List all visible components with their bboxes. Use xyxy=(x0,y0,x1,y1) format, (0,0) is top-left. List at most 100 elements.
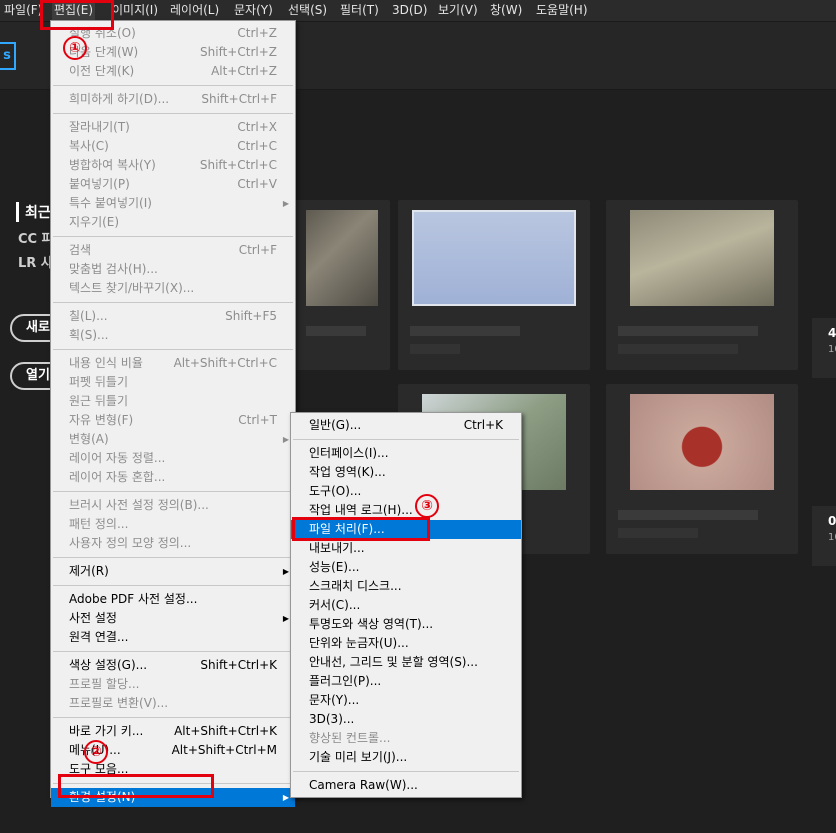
edit-menu-item-20[interactable]: 변형(A) ▶ xyxy=(51,430,295,449)
edit-menu-item-30[interactable]: 색상 설정(G)... Shift+Ctrl+K xyxy=(51,656,295,675)
menu-window[interactable]: 창(W) xyxy=(488,0,524,22)
menu-file[interactable]: 파일(F) xyxy=(2,0,44,22)
menu-filter[interactable]: 필터(T) xyxy=(338,0,381,22)
menu-help[interactable]: 도움말(H) xyxy=(534,0,590,22)
edit-menu-item-31[interactable]: 프로필 할당... xyxy=(51,675,295,694)
annotation-box-preferences xyxy=(58,774,214,798)
menu-select[interactable]: 선택(S) xyxy=(286,0,329,22)
edit-menu-item-13[interactable]: 텍스트 찾기/바꾸기(X)... xyxy=(51,279,295,298)
menu-item-label: 내보내기... xyxy=(309,541,365,555)
prefs-menu-item-11[interactable]: 투명도와 색상 영역(T)... xyxy=(291,615,521,634)
menu-separator xyxy=(53,557,293,558)
menu-type[interactable]: 문자(Y) xyxy=(232,0,275,22)
prefs-menu-item-7[interactable]: 내보내기... xyxy=(291,539,521,558)
menu-item-shortcut: Shift+Ctrl+K xyxy=(200,658,277,672)
recent-file-thumbnail[interactable] xyxy=(606,384,798,554)
edit-menu-item-28[interactable]: 사전 설정 ▶ xyxy=(51,609,295,628)
prefs-menu-item-16[interactable]: 3D(3)... xyxy=(291,710,521,729)
menu-item-label: 작업 영역(K)... xyxy=(309,465,386,479)
prefs-menu-item-17[interactable]: 향상된 컨트롤... xyxy=(291,729,521,748)
edit-menu-item-11[interactable]: 검색 Ctrl+F xyxy=(51,241,295,260)
edit-menu-item-17[interactable]: 퍼펫 뒤틀기 xyxy=(51,373,295,392)
menu-item-label: 복사(C) xyxy=(69,139,109,153)
edit-menu-item-18[interactable]: 원근 뒤틀기 xyxy=(51,392,295,411)
edit-menu-item-29[interactable]: 원격 연결... xyxy=(51,628,295,647)
prefs-menu-item-15[interactable]: 문자(Y)... xyxy=(291,691,521,710)
edit-menu-item-6[interactable]: 복사(C) Ctrl+C xyxy=(51,137,295,156)
edit-menu-item-10[interactable]: 지우기(E) xyxy=(51,213,295,232)
edit-menu-item-15[interactable]: 획(S)... xyxy=(51,326,295,345)
prefs-menu-item-12[interactable]: 단위와 눈금자(U)... xyxy=(291,634,521,653)
edit-menu-item-9[interactable]: 특수 붙여넣기(I) ▶ xyxy=(51,194,295,213)
edit-menu-item-26[interactable]: 제거(R) ▶ xyxy=(51,562,295,581)
edit-menu-item-8[interactable]: 붙여넣기(P) Ctrl+V xyxy=(51,175,295,194)
photoshop-logo: s xyxy=(0,42,16,70)
menu-item-shortcut: Shift+Ctrl+Z xyxy=(200,45,277,59)
prefs-menu-item-2[interactable]: 인터페이스(I)... xyxy=(291,444,521,463)
menu-item-shortcut: Alt+Ctrl+Z xyxy=(211,64,277,78)
prefs-menu-item-18[interactable]: 기술 미리 보기(J)... xyxy=(291,748,521,767)
menu-separator xyxy=(53,236,293,237)
prefs-menu-item-10[interactable]: 커서(C)... xyxy=(291,596,521,615)
menu-item-label: 문자(Y)... xyxy=(309,693,360,707)
menu-item-label: 내용 인식 비율 xyxy=(69,356,143,370)
recent-file-thumbnail-partial[interactable]: 0 10 xyxy=(812,506,836,566)
file-date-text: 10 xyxy=(828,344,836,355)
file-date-text: 10 xyxy=(828,532,836,543)
edit-menu-item-19[interactable]: 자유 변형(F) Ctrl+T xyxy=(51,411,295,430)
edit-menu-item-12[interactable]: 맞춤법 검사(H)... xyxy=(51,260,295,279)
file-size-text: 4 xyxy=(828,326,836,340)
lr-photos-link[interactable]: LR 사 xyxy=(18,252,53,271)
edit-menu-item-24[interactable]: 패턴 정의... xyxy=(51,515,295,534)
menu-image[interactable]: 이미지(I) xyxy=(110,0,160,22)
edit-menu-item-32[interactable]: 프로필로 변환(V)... xyxy=(51,694,295,713)
edit-menu-item-22[interactable]: 레이어 자동 혼합... xyxy=(51,468,295,487)
edit-menu-item-4[interactable]: 희미하게 하기(D)... Shift+Ctrl+F xyxy=(51,90,295,109)
menu-item-label: 프로필로 변환(V)... xyxy=(69,696,169,710)
thumbnail-image xyxy=(630,210,774,306)
edit-menu-item-3[interactable]: 이전 단계(K) Alt+Ctrl+Z xyxy=(51,62,295,81)
prefs-menu-item-4[interactable]: 도구(O)... xyxy=(291,482,521,501)
menu-3d[interactable]: 3D(D) xyxy=(390,0,429,22)
edit-menu-item-16[interactable]: 내용 인식 비율 Alt+Shift+Ctrl+C xyxy=(51,354,295,373)
prefs-menu-item-3[interactable]: 작업 영역(K)... xyxy=(291,463,521,482)
annotation-box-edit-menu xyxy=(40,0,114,30)
prefs-menu-item-14[interactable]: 플러그인(P)... xyxy=(291,672,521,691)
submenu-arrow-icon: ▶ xyxy=(282,614,289,623)
menu-item-label: 패턴 정의... xyxy=(69,517,129,531)
menu-view[interactable]: 보기(V) xyxy=(436,0,480,22)
edit-menu-item-23[interactable]: 브러시 사전 설정 정의(B)... xyxy=(51,496,295,515)
menu-item-label: 도구(O)... xyxy=(309,484,362,498)
recent-file-thumbnail-partial[interactable]: 4 10 xyxy=(812,318,836,378)
edit-menu-item-5[interactable]: 잘라내기(T) Ctrl+X xyxy=(51,118,295,137)
menu-item-label: 자유 변형(F) xyxy=(69,413,134,427)
annotation-step-3: ③ xyxy=(415,494,439,518)
menu-item-label: 이전 단계(K) xyxy=(69,64,135,78)
edit-menu-item-33[interactable]: 바로 가기 키... Alt+Shift+Ctrl+K xyxy=(51,722,295,741)
edit-menu-item-14[interactable]: 칠(L)... Shift+F5 xyxy=(51,307,295,326)
menu-layer[interactable]: 레이어(L) xyxy=(168,0,221,22)
prefs-menu-item-13[interactable]: 안내선, 그리드 및 분할 영역(S)... xyxy=(291,653,521,672)
prefs-menu-item-8[interactable]: 성능(E)... xyxy=(291,558,521,577)
edit-menu-item-27[interactable]: Adobe PDF 사전 설정... xyxy=(51,590,295,609)
edit-menu-item-25[interactable]: 사용자 정의 모양 정의... xyxy=(51,534,295,553)
prefs-menu-item-1[interactable]: 일반(G)... Ctrl+K xyxy=(291,416,521,435)
menu-item-label: 텍스트 찾기/바꾸기(X)... xyxy=(69,281,195,295)
menu-item-label: 바로 가기 키... xyxy=(69,724,144,738)
menu-item-label: 색상 설정(G)... xyxy=(69,658,148,672)
recent-file-thumbnail[interactable] xyxy=(294,200,390,370)
menu-item-shortcut: Ctrl+Z xyxy=(237,26,277,40)
edit-menu-item-7[interactable]: 병합하여 복사(Y) Shift+Ctrl+C xyxy=(51,156,295,175)
edit-menu-item-21[interactable]: 레이어 자동 정렬... xyxy=(51,449,295,468)
edit-menu-item-2[interactable]: 다음 단계(W) Shift+Ctrl+Z xyxy=(51,43,295,62)
recent-file-thumbnail[interactable] xyxy=(606,200,798,370)
menu-item-label: 검색 xyxy=(69,243,92,257)
menu-item-label: 사용자 정의 모양 정의... xyxy=(69,536,192,550)
cc-files-link[interactable]: CC 파 xyxy=(18,228,54,247)
prefs-menu-item-9[interactable]: 스크래치 디스크... xyxy=(291,577,521,596)
menu-item-label: Camera Raw(W)... xyxy=(309,778,418,792)
prefs-menu-item-19[interactable]: Camera Raw(W)... xyxy=(291,776,521,795)
menu-item-label: 플러그인(P)... xyxy=(309,674,382,688)
menu-item-label: 브러시 사전 설정 정의(B)... xyxy=(69,498,209,512)
recent-file-thumbnail[interactable] xyxy=(398,200,590,370)
